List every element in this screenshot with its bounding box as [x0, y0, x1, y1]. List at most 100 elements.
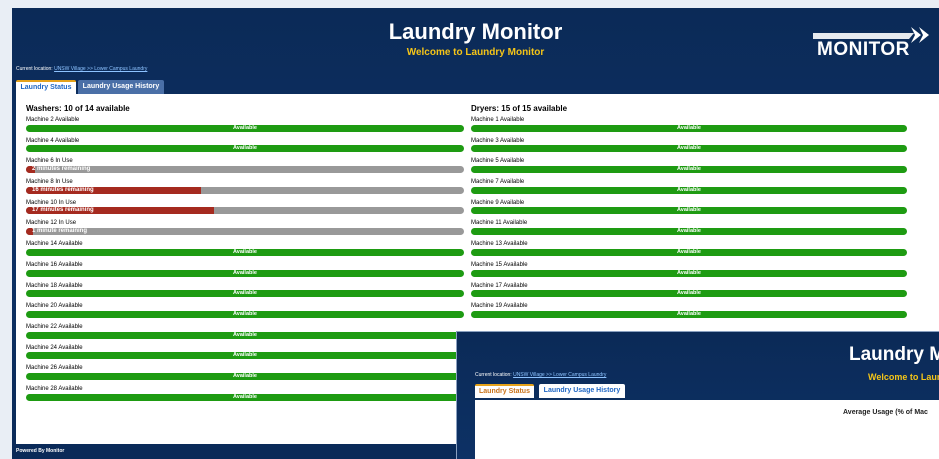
machine-row: Machine 2 Available Available: [26, 116, 464, 137]
status-text: Available: [233, 372, 257, 379]
washers-column: Washers: 10 of 14 available Machine 2 Av…: [26, 104, 464, 406]
status-text: Available: [233, 331, 257, 338]
machine-row: Machine 4 Available Available: [26, 137, 464, 158]
page-title: Laundry Monitor: [388, 19, 563, 44]
machine-row: Machine 14 Available Available: [26, 240, 464, 261]
status-text: Available: [677, 248, 701, 255]
machine-row: Machine 18 Available Available: [26, 282, 464, 303]
machine-label: Machine 10 In Use: [26, 199, 77, 206]
machine-row: Machine 5 Available Available: [471, 157, 907, 178]
status-text: Available: [233, 393, 257, 400]
status-text: Available: [233, 310, 257, 317]
machine-label: Machine 19 Available: [471, 303, 528, 310]
machine-row: Machine 19 Available Available: [471, 302, 907, 323]
machine-row: Machine 9 Available Available: [471, 199, 907, 220]
machine-row: Machine 11 Available Available: [471, 219, 907, 240]
machine-row: Machine 6 In Use 2 minutes remaining: [26, 157, 464, 178]
availability-bar: Available: [471, 124, 907, 132]
machine-row: Machine 17 Available Available: [471, 282, 907, 303]
availability-bar: Available: [471, 186, 907, 194]
machine-label: Machine 11 Available: [471, 220, 528, 227]
breadcrumb: Current location: UNSW Village >> Lower …: [16, 66, 147, 72]
breadcrumb-2: Current location: UNSW Village >> Lower …: [475, 372, 606, 378]
page-title-2: Laundry M: [849, 344, 939, 365]
availability-bar: Available: [26, 352, 464, 360]
status-text: Available: [677, 269, 701, 276]
availability-bar: Available: [26, 393, 464, 401]
status-text: Available: [677, 166, 701, 173]
monitor-logo: MONITOR: [813, 25, 939, 61]
status-text: Available: [677, 186, 701, 193]
machine-label: Machine 12 In Use: [26, 220, 77, 227]
machine-row: Machine 16 Available Available: [26, 261, 464, 282]
status-text: Available: [677, 228, 701, 235]
status-text: Available: [677, 124, 701, 131]
tab-laundry-usage-history[interactable]: Laundry Usage History: [78, 80, 164, 94]
availability-bar: Available: [26, 248, 464, 256]
progress-bar: 17 minutes remaining: [26, 207, 464, 215]
status-text: Available: [677, 145, 701, 152]
machine-label: Machine 9 Available: [471, 199, 525, 206]
machine-label: Machine 5 Available: [471, 158, 525, 165]
dryers-heading: Dryers: 15 of 15 available: [471, 104, 568, 113]
machine-label: Machine 20 Available: [26, 303, 83, 310]
chart-title: Average Usage (% of Mac: [843, 409, 928, 416]
machine-label: Machine 6 In Use: [26, 158, 73, 165]
tab-laundry-status[interactable]: Laundry Status: [16, 80, 76, 94]
availability-bar: Available: [26, 124, 464, 132]
machine-label: Machine 24 Available: [26, 344, 83, 351]
availability-bar: Available: [26, 331, 464, 339]
progress-bar: 1 minute remaining: [26, 228, 464, 236]
machine-row: Machine 24 Available Available: [26, 344, 464, 365]
availability-bar: Available: [471, 248, 907, 256]
status-text: Available: [233, 145, 257, 152]
availability-bar: Available: [471, 290, 907, 298]
machine-row: Machine 28 Available Available: [26, 385, 464, 406]
machine-label: Machine 22 Available: [26, 323, 83, 330]
status-text: Available: [233, 124, 257, 131]
status-text: Available: [677, 310, 701, 317]
machine-row: Machine 8 In Use 16 minutes remaining: [26, 178, 464, 199]
availability-bar: Available: [471, 207, 907, 215]
progress-bar: 16 minutes remaining: [26, 186, 464, 194]
availability-bar: Available: [471, 166, 907, 174]
machine-label: Machine 18 Available: [26, 282, 83, 289]
availability-bar: Available: [471, 310, 907, 318]
availability-bar: Available: [26, 290, 464, 298]
machine-row: Machine 3 Available Available: [471, 137, 907, 158]
status-text: Available: [677, 290, 701, 297]
machine-row: Machine 22 Available Available: [26, 323, 464, 344]
machine-row: Machine 13 Available Available: [471, 240, 907, 261]
availability-bar: Available: [26, 372, 464, 380]
status-text: Available: [233, 248, 257, 255]
dryers-column: Dryers: 15 of 15 available Machine 1 Ava…: [471, 104, 907, 323]
location-link-2[interactable]: UNSW Village >> Lower Campus Laundry: [513, 372, 606, 378]
progress-bar: 2 minutes remaining: [26, 166, 464, 174]
location-link[interactable]: UNSW Village >> Lower Campus Laundry: [54, 66, 147, 72]
usage-history-window: Laundry M Welcome to Laun Current locati…: [456, 331, 939, 459]
footer: Powered By Monitor: [16, 448, 65, 454]
availability-bar: Available: [471, 269, 907, 277]
availability-bar: Available: [26, 269, 464, 277]
status-text: Available: [677, 207, 701, 214]
machine-label: Machine 28 Available: [26, 385, 83, 392]
remaining-text: 2 minutes remaining: [32, 166, 91, 173]
machine-row: Machine 26 Available Available: [26, 364, 464, 385]
remaining-text: 16 minutes remaining: [32, 186, 94, 193]
machine-label: Machine 17 Available: [471, 282, 528, 289]
remaining-text: 1 minute remaining: [32, 228, 88, 235]
tab-laundry-usage-history-2[interactable]: Laundry Usage History: [539, 384, 625, 398]
availability-bar: Available: [26, 310, 464, 318]
status-text: Available: [233, 290, 257, 297]
availability-bar: Available: [471, 145, 907, 153]
remaining-text: 17 minutes remaining: [32, 207, 94, 214]
machine-label: Machine 1 Available: [471, 117, 525, 123]
machine-row: Machine 7 Available Available: [471, 178, 907, 199]
tab-laundry-status-2[interactable]: Laundry Status: [475, 384, 534, 398]
machine-label: Machine 16 Available: [26, 261, 83, 268]
machine-label: Machine 15 Available: [471, 261, 528, 268]
machine-label: Machine 2 Available: [26, 117, 80, 123]
machine-row: Machine 1 Available Available: [471, 116, 907, 137]
machine-row: Machine 12 In Use 1 minute remaining: [26, 219, 464, 240]
machine-row: Machine 20 Available Available: [26, 302, 464, 323]
